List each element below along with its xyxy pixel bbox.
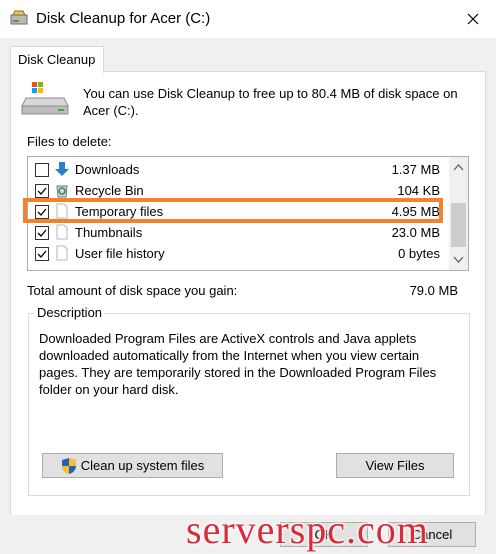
checkbox-recycle-bin[interactable] — [35, 184, 49, 198]
close-icon — [467, 13, 479, 25]
file-label: Thumbnails — [75, 225, 143, 240]
file-size: 104 KB — [397, 183, 440, 198]
list-scrollbar[interactable] — [449, 157, 468, 270]
list-item-user-file-history[interactable]: User file history 0 bytes — [28, 243, 448, 264]
checkbox-thumbnails[interactable] — [35, 226, 49, 240]
total-label: Total amount of disk space you gain: — [27, 283, 238, 298]
blank-file-icon — [56, 224, 68, 240]
tab-label: Disk Cleanup — [18, 52, 96, 67]
intro-text: You can use Disk Cleanup to free up to 8… — [83, 86, 458, 118]
title-bar: Disk Cleanup for Acer (C:) — [0, 0, 496, 38]
uac-shield-icon — [61, 457, 76, 474]
recycle-bin-icon — [56, 185, 68, 198]
description-legend: Description — [34, 305, 106, 320]
drive-icon — [21, 82, 69, 115]
close-button[interactable] — [450, 0, 496, 38]
checkmark-icon — [37, 229, 47, 237]
scroll-down-icon[interactable] — [453, 256, 464, 264]
download-arrow-icon — [55, 162, 69, 176]
file-size: 23.0 MB — [391, 225, 440, 240]
clean-up-system-files-button[interactable]: Clean up system files — [42, 453, 223, 478]
total-value: 79.0 MB — [409, 283, 458, 298]
file-label: Recycle Bin — [75, 183, 144, 198]
list-item-thumbnails[interactable]: Thumbnails 23.0 MB — [28, 222, 448, 243]
files-to-delete-label: Files to delete: — [27, 134, 112, 149]
button-label: View Files — [365, 458, 425, 473]
window-title: Disk Cleanup for Acer (C:) — [36, 10, 211, 27]
blank-file-icon — [56, 245, 68, 261]
checkmark-icon — [37, 187, 47, 195]
checkmark-icon — [37, 250, 47, 258]
highlight-box — [23, 198, 443, 223]
watermark: serverspc.com — [186, 507, 429, 552]
description-text: Downloaded Program Files are ActiveX con… — [39, 331, 437, 397]
disk-cleanup-icon — [10, 10, 28, 25]
tab-disk-cleanup[interactable]: Disk Cleanup — [10, 46, 104, 73]
file-size: 1.37 MB — [391, 162, 440, 177]
button-label: Clean up system files — [80, 458, 205, 473]
checkbox-user-file-history[interactable] — [35, 247, 49, 261]
list-item-downloads[interactable]: Downloads 1.37 MB — [28, 159, 448, 180]
scroll-up-icon[interactable] — [453, 163, 464, 171]
file-label: User file history — [75, 246, 165, 261]
file-label: Downloads — [75, 162, 140, 177]
file-size: 0 bytes — [398, 246, 440, 261]
checkbox-downloads[interactable] — [35, 163, 49, 177]
view-files-button[interactable]: View Files — [336, 453, 454, 478]
scroll-thumb[interactable] — [451, 203, 466, 247]
